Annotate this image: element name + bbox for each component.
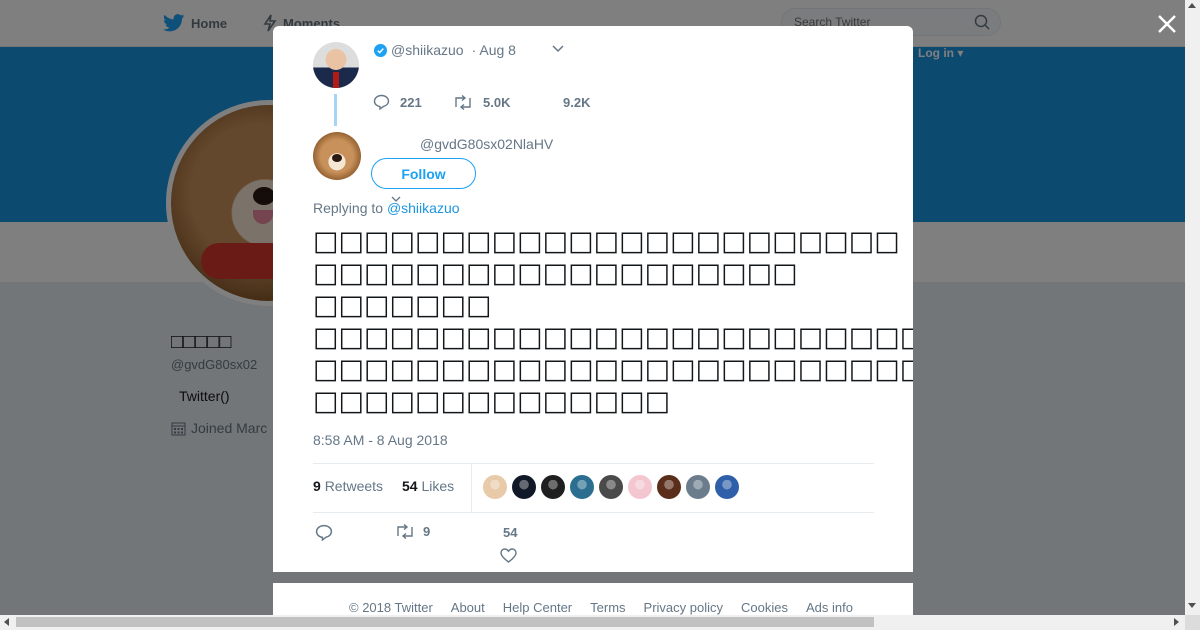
retweets-count: 9 bbox=[313, 478, 321, 494]
stats-divider bbox=[471, 464, 472, 512]
liker-avatar[interactable] bbox=[599, 475, 623, 499]
like-count: 54 bbox=[503, 525, 518, 540]
parent-tweet-header: @shiikazuo · Aug 8 bbox=[374, 42, 516, 58]
footer-cookies[interactable]: Cookies bbox=[741, 600, 788, 615]
parent-reply-action[interactable]: 221 bbox=[373, 94, 453, 110]
horizontal-scroll-thumb[interactable] bbox=[16, 617, 874, 627]
retweet-icon bbox=[455, 94, 471, 110]
parent-retweet-count: 5.0K bbox=[483, 94, 511, 110]
like-button[interactable] bbox=[500, 548, 517, 563]
scroll-right-arrow[interactable] bbox=[1174, 618, 1179, 626]
tweet-timestamp[interactable]: 8:58 AM - 8 Aug 2018 bbox=[313, 432, 448, 448]
liker-avatar[interactable] bbox=[541, 475, 565, 499]
reply-icon bbox=[315, 524, 333, 541]
chevron-down-icon[interactable] bbox=[551, 44, 565, 54]
footer-links: © 2018 Twitter About Help Center Terms P… bbox=[349, 600, 853, 615]
horizontal-scrollbar[interactable] bbox=[0, 615, 1185, 630]
likes-label: Likes bbox=[421, 478, 455, 494]
replying-to: Replying to @shiikazuo bbox=[313, 200, 460, 216]
avatar-nose bbox=[332, 154, 342, 162]
parent-reply-count: 221 bbox=[400, 94, 422, 110]
retweet-icon bbox=[397, 524, 413, 539]
liker-avatar[interactable] bbox=[686, 475, 710, 499]
parent-handle[interactable]: @shiikazuo bbox=[391, 42, 464, 58]
footer-about[interactable]: About bbox=[451, 600, 485, 615]
footer-terms[interactable]: Terms bbox=[590, 600, 625, 615]
liker-avatar[interactable] bbox=[715, 475, 739, 499]
vertical-scrollbar[interactable] bbox=[1185, 0, 1200, 615]
scroll-down-arrow[interactable] bbox=[1188, 603, 1196, 608]
footer-help[interactable]: Help Center bbox=[503, 600, 572, 615]
liker-avatars bbox=[483, 475, 739, 499]
close-icon[interactable] bbox=[1155, 12, 1179, 36]
footer-privacy[interactable]: Privacy policy bbox=[644, 600, 723, 615]
footer-ads[interactable]: Ads info bbox=[806, 600, 853, 615]
footer-copyright: © 2018 Twitter bbox=[349, 600, 433, 615]
parent-like-count: 9.2K bbox=[563, 94, 591, 110]
likes-count: 54 bbox=[402, 478, 418, 494]
replying-to-link[interactable]: @shiikazuo bbox=[387, 200, 460, 216]
reply-icon bbox=[373, 94, 390, 110]
parent-retweet-action[interactable]: 5.0K bbox=[453, 94, 563, 110]
tweet-stats: 9 Retweets 54 Likes bbox=[313, 463, 874, 513]
parent-avatar[interactable] bbox=[313, 42, 359, 88]
thread-line bbox=[334, 94, 337, 126]
heart-icon bbox=[500, 548, 517, 563]
liker-avatar[interactable] bbox=[483, 475, 507, 499]
parent-like-action[interactable]: 9.2K bbox=[563, 95, 590, 110]
retweet-button[interactable]: 9 bbox=[395, 524, 430, 539]
liker-avatar[interactable] bbox=[628, 475, 652, 499]
retweet-button-count: 9 bbox=[423, 524, 431, 539]
retweets-stat[interactable]: 9 Retweets bbox=[313, 478, 383, 494]
liker-avatar[interactable] bbox=[512, 475, 536, 499]
liker-avatar[interactable] bbox=[570, 475, 594, 499]
verified-icon bbox=[374, 43, 387, 57]
tweet-actions: 9 54 bbox=[313, 522, 873, 563]
liker-avatar[interactable] bbox=[657, 475, 681, 499]
avatar-tie bbox=[333, 72, 339, 88]
parent-tweet-actions: 221 5.0K 9.2K bbox=[373, 94, 590, 110]
reply-button[interactable] bbox=[315, 524, 333, 541]
scroll-left-arrow[interactable] bbox=[4, 618, 9, 626]
scroll-up-arrow[interactable] bbox=[1188, 3, 1196, 8]
footer: © 2018 Twitter About Help Center Terms P… bbox=[273, 583, 913, 615]
reply-avatar[interactable] bbox=[313, 132, 361, 180]
tweet-modal: @shiikazuo · Aug 8 221 5.0K 9.2K @gvdG80… bbox=[273, 26, 913, 572]
scrollbar-corner bbox=[1185, 615, 1200, 630]
tweet-text: □□□□□□□□□□□□□□□□□□□□□□□ □□□□□□□□□□□□□□□□… bbox=[313, 226, 913, 417]
parent-date[interactable]: · Aug 8 bbox=[472, 42, 516, 58]
follow-button[interactable]: Follow bbox=[371, 158, 476, 189]
reply-handle[interactable]: @gvdG80sx02NlaHV bbox=[420, 136, 553, 152]
retweets-label: Retweets bbox=[324, 478, 384, 494]
likes-stat[interactable]: 54 Likes bbox=[402, 478, 454, 494]
replying-prefix: Replying to bbox=[313, 200, 387, 216]
